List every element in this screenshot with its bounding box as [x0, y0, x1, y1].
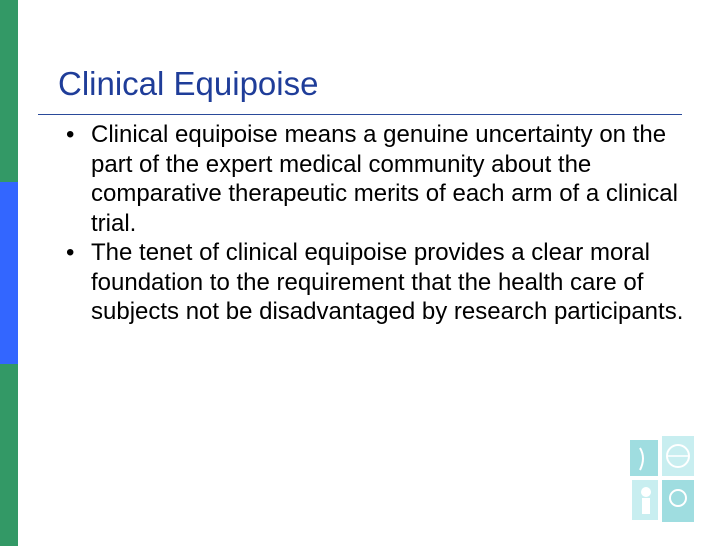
decorative-side-bar: [0, 0, 18, 546]
logo-graphic: [630, 436, 694, 522]
bullet-item-1: • Clinical equipoise means a genuine unc…: [66, 120, 686, 238]
logo-figure-body: [642, 498, 650, 514]
bullet-text: The tenet of clinical equipoise provides…: [91, 239, 684, 325]
bullet-marker: •: [66, 239, 75, 266]
bullet-list: • Clinical equipoise means a genuine unc…: [66, 120, 686, 327]
organization-logo-icon: [628, 436, 696, 524]
bullet-text: Clinical equipoise means a genuine uncer…: [91, 121, 678, 237]
bullet-marker: •: [66, 121, 75, 148]
bullet-item-2: • The tenet of clinical equipoise provid…: [66, 238, 686, 327]
logo-panel-bottom-right: [662, 480, 694, 522]
side-bar-middle-segment: [0, 182, 18, 364]
slide-title: Clinical Equipoise: [58, 65, 319, 102]
side-bar-top-segment: [0, 0, 18, 182]
logo-figure-head: [641, 487, 651, 497]
side-bar-bottom-segment: [0, 364, 18, 546]
title-divider: [38, 114, 682, 115]
